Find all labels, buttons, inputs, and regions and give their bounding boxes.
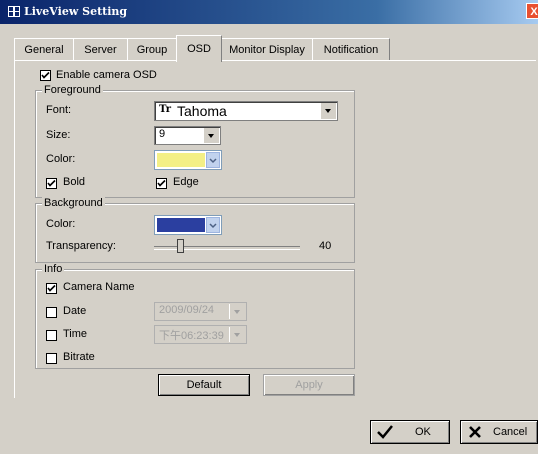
transparency-slider-thumb[interactable] — [177, 239, 185, 253]
size-select[interactable]: 9 — [154, 126, 221, 145]
app-icon — [8, 6, 20, 17]
default-button[interactable]: Default — [158, 374, 250, 396]
fg-color-swatch — [157, 153, 205, 167]
chevron-down-icon[interactable] — [320, 103, 336, 119]
background-legend: Background — [42, 197, 105, 209]
title-bar[interactable]: LiveView Setting X — [0, 0, 538, 24]
tab-general[interactable]: General — [14, 38, 74, 61]
camera-name-checkbox[interactable] — [46, 283, 57, 294]
bitrate-checkbox[interactable] — [46, 353, 57, 364]
chevron-down-icon[interactable] — [206, 152, 220, 168]
tab-osd[interactable]: OSD — [176, 35, 222, 62]
tab-notification[interactable]: Notification — [312, 38, 390, 61]
enable-osd-label: Enable camera OSD — [56, 69, 157, 81]
chevron-down-icon[interactable] — [206, 217, 220, 233]
checkmark-icon — [157, 179, 166, 187]
tab-server[interactable]: Server — [73, 38, 128, 61]
checkmark-icon — [377, 425, 393, 439]
checkmark-icon — [41, 71, 50, 79]
cancel-button[interactable]: Cancel — [460, 420, 538, 444]
font-label: Font: — [46, 104, 72, 116]
size-label: Size: — [46, 129, 71, 141]
osd-panel: Enable camera OSD Foreground Font: Tr Ta… — [14, 60, 536, 398]
fg-color-picker[interactable] — [154, 150, 222, 170]
checkmark-icon — [47, 179, 56, 187]
camera-name-label: Camera Name — [63, 281, 135, 293]
time-label: Time — [63, 328, 88, 340]
tab-monitor-display[interactable]: Monitor Display — [221, 38, 313, 61]
font-value: Tahoma — [177, 103, 227, 119]
fg-color-label: Color: — [46, 153, 76, 165]
foreground-legend: Foreground — [42, 84, 103, 96]
chevron-down-icon[interactable] — [203, 128, 219, 143]
tab-group[interactable]: Group — [127, 38, 177, 61]
checkmark-icon — [47, 284, 56, 292]
edge-checkbox[interactable] — [156, 178, 167, 189]
transparency-label: Transparency: — [46, 240, 116, 252]
font-select[interactable]: Tr Tahoma — [154, 101, 338, 121]
info-legend: Info — [42, 263, 65, 275]
truetype-icon: Tr — [159, 104, 171, 115]
date-checkbox[interactable] — [46, 307, 57, 318]
bold-label: Bold — [63, 176, 86, 188]
time-format-select[interactable]: 下午06:23:39 — [154, 325, 247, 344]
transparency-value: 40 — [319, 240, 332, 252]
bitrate-label: Bitrate — [63, 351, 95, 363]
x-icon — [469, 426, 481, 438]
background-group: Background Color: Transparency: 40 — [35, 197, 355, 263]
bg-color-swatch — [157, 218, 205, 232]
time-format-value: 下午06:23:39 — [159, 330, 224, 342]
bg-color-label: Color: — [46, 218, 76, 230]
date-label: Date — [63, 305, 87, 317]
chevron-down-icon[interactable] — [229, 304, 245, 319]
bold-checkbox[interactable] — [46, 178, 57, 189]
enable-osd-checkbox[interactable] — [40, 70, 51, 81]
ok-button[interactable]: OK — [370, 420, 450, 444]
ok-label: OK — [415, 426, 431, 438]
date-format-select[interactable]: 2009/09/24 — [154, 302, 247, 321]
window-title: LiveView Setting — [24, 5, 128, 18]
apply-button[interactable]: Apply — [263, 374, 355, 396]
date-format-value: 2009/09/24 — [159, 304, 215, 316]
time-checkbox[interactable] — [46, 330, 57, 341]
foreground-group: Foreground Font: Tr Tahoma Size: 9 Color… — [35, 84, 355, 198]
close-button[interactable]: X — [526, 3, 538, 19]
cancel-label: Cancel — [493, 426, 528, 438]
bg-color-picker[interactable] — [154, 215, 222, 235]
size-value: 9 — [159, 128, 166, 140]
liveview-setting-window: LiveView Setting X General Server Group … — [0, 0, 538, 454]
info-group: Info Camera Name Date 2009/09/24 Time 下午… — [35, 263, 355, 369]
chevron-down-icon[interactable] — [229, 327, 245, 342]
edge-label: Edge — [173, 176, 199, 188]
transparency-slider-track[interactable] — [154, 246, 300, 250]
